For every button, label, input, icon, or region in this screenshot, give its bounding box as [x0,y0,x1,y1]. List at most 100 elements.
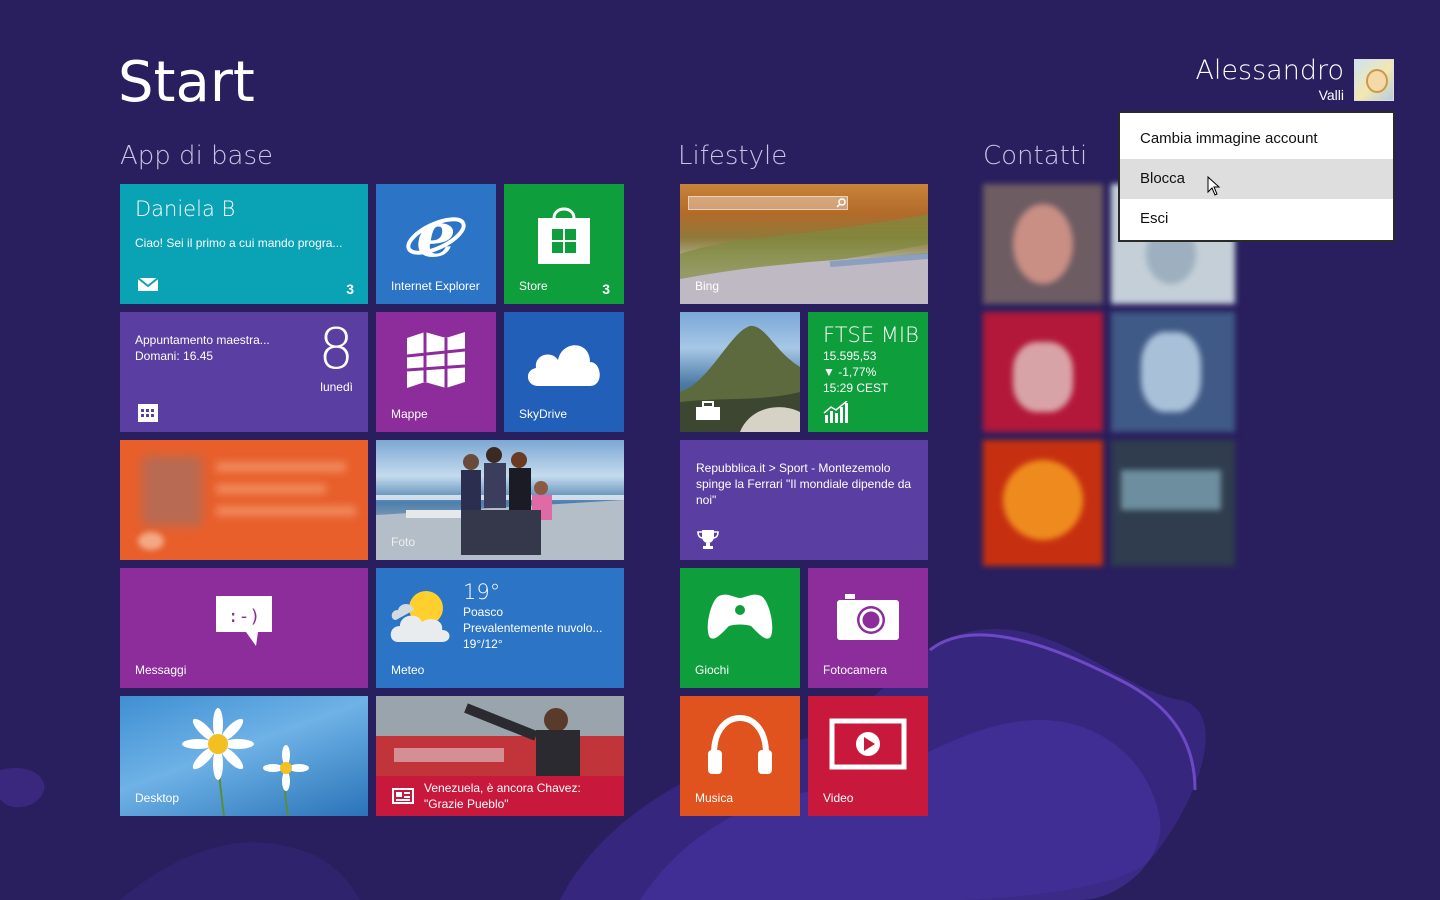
store-label: Store [519,279,548,293]
tile-bing[interactable]: Bing [680,184,928,304]
tile-calendar[interactable]: Appuntamento maestra... Domani: 16.45 8 … [120,312,368,432]
account-context-menu: Cambia immagine account Blocca Esci [1118,111,1395,242]
ie-label: Internet Explorer [391,279,480,293]
weather-label: Meteo [391,663,425,677]
bing-search-box[interactable] [688,196,848,210]
menu-item-lock[interactable]: Blocca [1120,159,1393,199]
newspaper-icon [392,788,414,804]
finance-chart-icon [823,401,848,423]
contact-tile[interactable] [1111,440,1235,566]
people-text-line [216,462,346,472]
tile-video[interactable]: Video [808,696,928,816]
svg-text::-): :-) [228,606,261,627]
news-photo-image [376,696,624,776]
tile-internet-explorer[interactable]: e Internet Explorer [376,184,496,304]
contact-tile[interactable] [1111,312,1235,432]
weather-range: 19°/12° [463,637,503,651]
user-first-name: Alessandro [1195,55,1344,86]
tile-finance[interactable]: FTSE MIB 15.595,53 ▼ -1,77% 15:29 CEST [808,312,928,432]
contact-photo [1003,460,1083,540]
user-last-name: Valli [1318,87,1344,103]
photos-label: Foto [391,535,416,549]
calendar-time: Domani: 16.45 [135,349,214,363]
desktop-label: Desktop [135,791,180,805]
user-account[interactable]: Alessandro Valli [1195,56,1394,104]
tile-maps[interactable]: Mappe [376,312,496,432]
music-label: Musica [695,791,734,805]
tile-messages[interactable]: :-) Messaggi [120,568,368,688]
tile-skydrive[interactable]: SkyDrive [504,312,624,432]
contact-photo [1141,332,1201,412]
tile-games[interactable]: Giochi [680,568,800,688]
games-label: Giochi [695,663,730,677]
mail-badge: 3 [346,281,354,297]
cloud-icon [504,336,624,388]
xbox-controller-icon [680,592,800,642]
skydrive-label: SkyDrive [519,407,568,421]
camera-icon [808,594,928,642]
menu-item-sign-out[interactable]: Esci [1120,199,1393,239]
tile-music[interactable]: Musica [680,696,800,816]
group-title-lifestyle[interactable]: Lifestyle [678,141,787,171]
messages-label: Messaggi [135,663,187,677]
menu-item-change-picture[interactable]: Cambia immagine account [1120,119,1393,159]
start-title: Start [118,50,255,115]
weather-condition: Prevalentemente nuvolo... [463,621,603,635]
video-label: Video [823,791,854,805]
mail-sender: Daniela B [135,197,236,221]
calendar-day-number: 8 [318,317,354,382]
people-text-line [216,484,326,494]
finance-index: FTSE MIB [823,323,919,347]
mail-preview: Ciao! Sei il primo a cui mando progra... [135,236,343,250]
people-photo [142,456,202,526]
tile-camera[interactable]: Fotocamera [808,568,928,688]
contact-photo [1121,470,1221,510]
group-title-base[interactable]: App di base [120,141,273,171]
contact-tile[interactable] [983,184,1103,304]
tile-photos[interactable]: Foto [376,440,624,560]
user-avatar[interactable] [1354,59,1394,101]
tile-weather[interactable]: 19° Poasco Prevalentemente nuvolo... 19°… [376,568,624,688]
tile-travel[interactable] [680,312,800,432]
contact-photo [1013,204,1073,284]
store-badge: 3 [602,281,610,297]
contact-photo [1013,342,1073,412]
finance-value: 15.595,53 [823,349,877,363]
bing-label: Bing [695,279,720,293]
tile-mail[interactable]: Daniela B Ciao! Sei il primo a cui mando… [120,184,368,304]
maps-label: Mappe [391,407,428,421]
people-text-line [216,506,356,516]
tile-sport[interactable]: Repubblica.it > Sport - Montezemolo spin… [680,440,928,560]
tile-news[interactable]: Venezuela, è ancora Chavez: "Grazie Pueb… [376,696,624,816]
search-icon[interactable] [836,198,846,208]
calendar-icon [138,404,158,422]
internet-explorer-icon: e [376,202,496,266]
finance-change: ▼ -1,77% [823,365,877,379]
sport-headline: Repubblica.it > Sport - Montezemolo spin… [696,461,912,507]
trophy-icon [697,530,719,549]
news-headline: Venezuela, è ancora Chavez: "Grazie Pueb… [424,781,581,811]
messages-bubble-icon: :-) [120,594,368,650]
suitcase-icon [696,401,720,420]
mouse-cursor-icon [1207,176,1221,196]
headphones-icon [680,714,800,778]
calendar-event: Appuntamento maestra... [135,333,270,347]
tile-desktop[interactable]: Desktop [120,696,368,816]
weather-location: Poasco [463,605,504,619]
camera-label: Fotocamera [823,663,888,677]
calendar-day-name: lunedì [320,380,353,394]
contact-tile[interactable] [983,312,1103,432]
tile-store[interactable]: Store 3 [504,184,624,304]
tile-people[interactable] [120,440,368,560]
partly-cloudy-icon [390,591,450,642]
people-icon [138,532,164,550]
group-title-contacts[interactable]: Contatti [983,141,1087,171]
weather-temperature: 19° [463,580,501,604]
svg-text:e: e [416,202,455,266]
user-names[interactable]: Alessandro Valli [1195,56,1344,104]
contact-tile[interactable] [983,440,1103,566]
mail-icon [137,277,159,291]
finance-time: 15:29 CEST [823,381,889,395]
store-bag-icon [504,202,624,266]
video-play-icon [808,718,928,772]
